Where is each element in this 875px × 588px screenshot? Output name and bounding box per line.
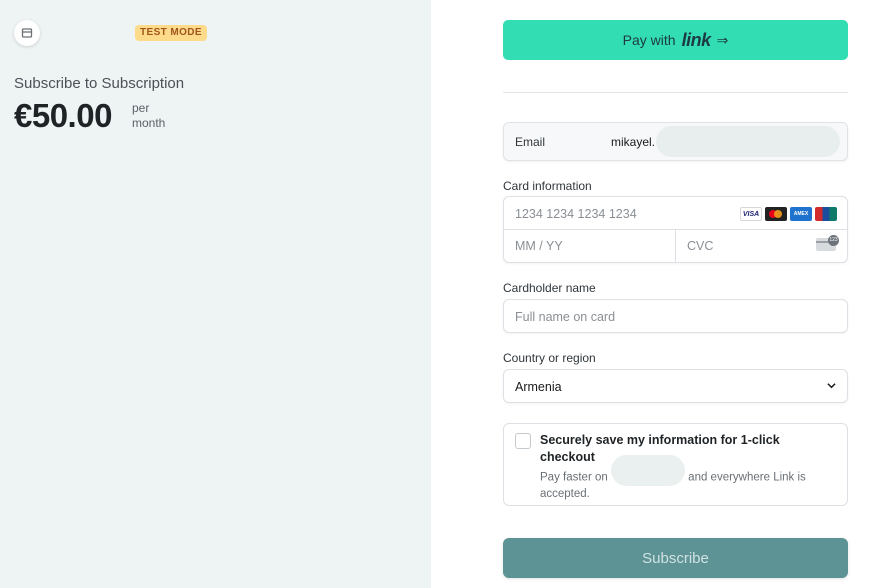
link-logo: link (681, 29, 712, 50)
merchant-redaction (610, 455, 685, 486)
test-mode-badge: TEST MODE (135, 25, 207, 41)
cardholder-name-input[interactable]: Full name on card (503, 299, 848, 333)
email-value: mikayel. (611, 135, 656, 149)
storefront-icon (21, 28, 33, 38)
cardholder-placeholder: Full name on card (515, 310, 616, 324)
save-info-title: Securely save my information for 1-click… (540, 433, 780, 464)
country-select[interactable]: Armenia (503, 369, 848, 403)
amex-icon: AMEX (790, 207, 812, 221)
save-info-checkbox[interactable] (515, 433, 531, 449)
arrow-right-icon: ⇒ (716, 31, 729, 48)
subscribe-button[interactable]: Subscribe (503, 538, 848, 578)
email-field[interactable]: Email mikayel. (503, 122, 848, 161)
mastercard-icon (765, 207, 787, 221)
divider (503, 92, 848, 93)
payment-form-panel: Pay with link ⇒ Email mikayel. Card info… (431, 0, 875, 588)
cvc-icon-number: 123 (828, 235, 839, 246)
save-info-option: Securely save my information for 1-click… (503, 423, 848, 506)
card-number-input[interactable]: 1234 1234 1234 1234 VISA AMEX (504, 197, 847, 230)
store-icon[interactable] (14, 20, 40, 46)
unionpay-icon (815, 207, 837, 221)
card-brands: VISA AMEX (740, 207, 837, 221)
period-line-2: month (132, 116, 166, 130)
chevron-down-icon (827, 383, 836, 389)
visa-icon: VISA (740, 207, 762, 221)
card-info-label: Card information (503, 179, 592, 193)
save-desc-before: Pay faster on (540, 471, 608, 484)
cvc-card-icon: 123 (816, 235, 839, 251)
country-label: Country or region (503, 351, 596, 365)
card-number-placeholder: 1234 1234 1234 1234 (515, 207, 637, 221)
pay-with-label: Pay with (622, 32, 676, 48)
order-summary-panel: TEST MODE Subscribe to Subscription €50.… (0, 0, 431, 588)
cardholder-label: Cardholder name (503, 281, 596, 295)
product-title: Subscribe to Subscription (14, 75, 185, 92)
email-label: Email (515, 135, 546, 149)
cvc-placeholder: CVC (687, 239, 714, 253)
save-info-description: Pay faster on and everywhere Link is acc… (540, 455, 840, 502)
email-redaction (656, 126, 840, 157)
card-information-group: 1234 1234 1234 1234 VISA AMEX MM / YY CV… (503, 196, 848, 263)
pay-with-link-button[interactable]: Pay with link ⇒ (503, 20, 848, 60)
expiry-input[interactable]: MM / YY (504, 230, 676, 262)
price-amount: €50.00 (14, 97, 112, 134)
cvc-input[interactable]: CVC 123 (676, 230, 847, 262)
billing-period: per month (132, 101, 165, 131)
country-value: Armenia (515, 380, 562, 394)
expiry-placeholder: MM / YY (515, 239, 563, 253)
period-line-1: per (132, 101, 150, 115)
